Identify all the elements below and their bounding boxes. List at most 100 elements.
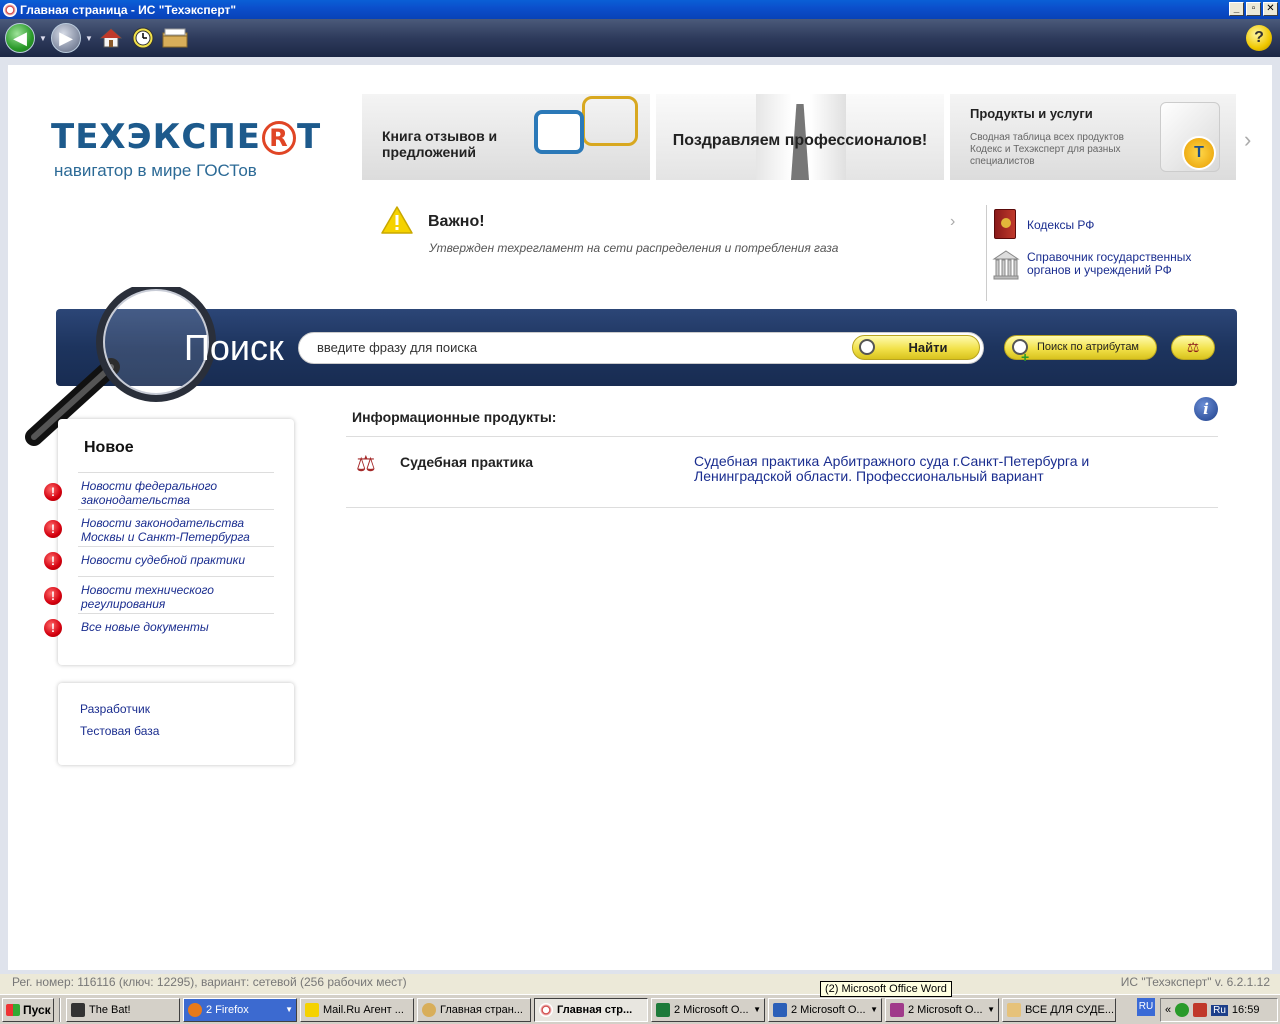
news-item-label: Новости законодательства Москвы и Санкт-… (81, 516, 250, 544)
task-label: 2 Microsoft O... (674, 1003, 749, 1016)
task-the-bat[interactable]: The Bat! (66, 997, 180, 1022)
task-label: Mail.Ru Агент ... (323, 1003, 404, 1016)
main-page: ТЕХЭКСПЕ R Т навигатор в мире ГОСТов Книга… (8, 65, 1272, 970)
important-next-chevron-icon[interactable]: › (950, 213, 955, 231)
news-item-label: Новости федерального законодательства (81, 479, 218, 507)
attribute-search-label: Поиск по атрибутам (1037, 341, 1139, 353)
test-database-link[interactable]: Тестовая база (80, 724, 159, 738)
system-tray: « Ru 16:59 (1160, 998, 1278, 1022)
publisher-icon (890, 1002, 904, 1017)
scales-icon[interactable]: ⚖ (1171, 335, 1215, 360)
mail-agent-icon[interactable] (1175, 1003, 1190, 1017)
government-directory-link[interactable]: Справочник государственных органов и учр… (1027, 251, 1227, 277)
news-item-label: Новости судебной практики (81, 553, 245, 567)
news-item[interactable]: ! Новости судебной практики (44, 546, 274, 576)
home-icon[interactable] (97, 24, 125, 52)
task-mailru-agent[interactable]: Mail.Ru Агент ... (300, 997, 414, 1022)
close-button[interactable]: ✕ (1263, 2, 1278, 16)
news-panel-title: Новое (84, 439, 134, 456)
scales-icon: ⚖ (356, 451, 376, 476)
warning-icon (381, 206, 413, 234)
excel-icon (656, 1002, 670, 1017)
task-folder[interactable]: ВСЕ ДЛЯ СУДЕ... (1002, 997, 1116, 1022)
toolbar: ◀ ▼ ▶ ▼ (0, 19, 1280, 57)
windows-logo-icon (6, 1003, 20, 1016)
divider (346, 507, 1218, 508)
product-badge-icon: T (1182, 136, 1216, 170)
news-panel: Новое ! Новости федерального законодател… (44, 419, 294, 665)
folder-icon (1007, 1002, 1021, 1017)
banner-congrats-text: Поздравляем профессионалов! (672, 132, 928, 149)
banner-feedback-text: Книга отзывов и предложений (382, 128, 498, 160)
taskbar-separator (59, 997, 61, 1022)
show-hidden-icons[interactable]: « (1165, 1004, 1171, 1016)
task-main-page[interactable]: Главная стран... (417, 997, 531, 1022)
mail-icon (305, 1002, 319, 1017)
globe-icon (422, 1002, 436, 1017)
task-label: 2 Microsoft O... (791, 1003, 866, 1016)
task-excel[interactable]: 2 Microsoft O... ▼ (651, 997, 765, 1022)
speech-bubble-icon (582, 96, 638, 146)
task-firefox[interactable]: 2 Firefox ▼ (183, 997, 297, 1022)
content-frame: ТЕХЭКСПЕ R Т навигатор в мире ГОСТов Книга… (0, 57, 1280, 974)
forward-history-dropdown-icon[interactable]: ▼ (85, 34, 93, 43)
news-item[interactable]: ! Новости технического регулирования (44, 576, 274, 614)
back-history-dropdown-icon[interactable]: ▼ (39, 34, 47, 43)
dropdown-arrow-icon: ▼ (753, 1005, 761, 1014)
tray-language-icon[interactable]: Ru (1211, 1004, 1228, 1016)
version-info: ИС "Техэксперт" v. 6.2.1.12 (1120, 975, 1270, 989)
bat-icon (71, 1002, 85, 1017)
find-button[interactable]: Найти (852, 335, 980, 360)
attribute-search-button[interactable]: + Поиск по атрибутам (1004, 335, 1157, 365)
clock: 16:59 (1231, 1004, 1260, 1016)
app-icon (3, 2, 17, 17)
banner-next-chevron-icon[interactable]: › (1244, 127, 1251, 153)
task-main-page-active[interactable]: Главная стр... (534, 997, 648, 1022)
search-icon (859, 339, 875, 355)
dropdown-arrow-icon: ▼ (987, 1005, 995, 1014)
task-publisher[interactable]: 2 Microsoft O... ▼ (885, 997, 999, 1022)
banner-products-title: Продукты и услуги (970, 106, 1093, 121)
start-button[interactable]: Пуск (2, 997, 54, 1022)
task-word[interactable]: 2 Microsoft O... ▼ (768, 997, 882, 1022)
app-icon (539, 1002, 553, 1017)
exclamation-icon: ! (44, 619, 62, 637)
forward-arrow-icon[interactable]: ▶ (51, 23, 81, 53)
news-item[interactable]: ! Все новые документы (44, 613, 274, 641)
back-arrow-icon[interactable]: ◀ (5, 23, 35, 53)
info-icon[interactable]: i (1194, 397, 1218, 421)
minimize-button[interactable]: _ (1229, 2, 1244, 16)
banner-products[interactable]: Продукты и услуги Сводная таблица всех п… (950, 94, 1236, 180)
product-link[interactable]: Судебная практика Арбитражного суда г.Са… (694, 454, 1114, 484)
task-label: The Bat! (89, 1003, 131, 1016)
divider (986, 205, 987, 301)
banner-feedback[interactable]: Книга отзывов и предложений (362, 94, 650, 180)
exclamation-icon: ! (44, 483, 62, 501)
exclamation-icon: ! (44, 552, 62, 570)
techexpert-logo[interactable]: ТЕХЭКСПЕ R Т навигатор в мире ГОСТов (51, 117, 321, 181)
folder-icon[interactable] (161, 24, 189, 52)
important-text[interactable]: Утвержден техрегламент на сети распредел… (429, 241, 838, 255)
taskbar: Пуск The Bat! 2 Firefox ▼ Mail.Ru Агент .… (0, 994, 1280, 1024)
history-clock-icon[interactable] (129, 24, 157, 52)
dropdown-arrow-icon: ▼ (870, 1005, 878, 1014)
news-item[interactable]: ! Новости законодательства Москвы и Санк… (44, 509, 274, 547)
kaspersky-icon[interactable] (1193, 1003, 1208, 1017)
codes-rf-link[interactable]: Кодексы РФ (1027, 219, 1094, 232)
task-label: 2 Firefox (206, 1003, 249, 1016)
maximize-button[interactable]: ▫ (1246, 2, 1261, 16)
help-icon[interactable]: ? (1246, 25, 1272, 51)
banner-congrats[interactable]: Поздравляем профессионалов! (656, 94, 944, 180)
task-label: 2 Microsoft O... (908, 1003, 983, 1016)
logo-subtitle: навигатор в мире ГОСТов (54, 161, 257, 180)
word-icon (773, 1002, 787, 1017)
important-title: Важно! (428, 213, 485, 230)
firefox-icon (188, 1002, 202, 1017)
task-label: Главная стран... (440, 1003, 523, 1016)
language-indicator[interactable]: RU (1137, 998, 1155, 1016)
news-item[interactable]: ! Новости федерального законодательства (44, 472, 274, 510)
developer-link[interactable]: Разработчик (80, 702, 150, 716)
task-label: ВСЕ ДЛЯ СУДЕ... (1025, 1003, 1115, 1016)
developer-panel: Разработчик Тестовая база (58, 683, 294, 765)
news-item-label: Все новые документы (81, 620, 209, 634)
